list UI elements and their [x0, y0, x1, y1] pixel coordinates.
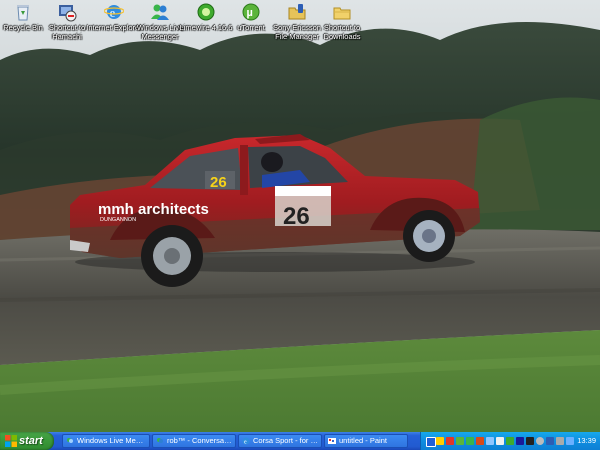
windows-flag-icon	[5, 435, 17, 447]
taskbar-button-label: untitled - Paint	[339, 436, 387, 445]
taskbar-button-messenger[interactable]: Windows Live Mess...	[62, 434, 150, 448]
limewire-tray-icon[interactable]	[506, 437, 514, 445]
browser-icon: e	[242, 437, 250, 445]
internet-explorer-icon: e	[104, 5, 124, 20]
security-icon[interactable]	[526, 437, 534, 445]
car-number-window: 26	[210, 174, 227, 191]
speaker-icon[interactable]	[536, 437, 544, 445]
start-label: start	[19, 435, 43, 447]
hamachi-icon	[59, 5, 77, 22]
taskbar-button-conversation[interactable]: rob™ - Conversation	[152, 434, 236, 448]
taskbar-button-label: Windows Live Mess...	[77, 436, 147, 445]
display-icon[interactable]	[486, 437, 494, 445]
usb-icon[interactable]	[496, 437, 504, 445]
car-sponsor-text: mmh architects	[98, 201, 209, 218]
start-button[interactable]: start	[0, 432, 54, 450]
taskbar-button-label: Corsa Sport - for V...	[253, 436, 319, 445]
messenger-icon	[67, 438, 73, 443]
desktop-wallpaper: mmh architects DUNGANNON 26 26	[0, 0, 600, 432]
bluetooth-icon[interactable]	[546, 437, 554, 445]
svg-text:µ: µ	[247, 7, 253, 19]
utorrent-tray-icon[interactable]	[456, 437, 464, 445]
desktop-icon-downloads[interactable]: Shortcut to Downloads	[313, 2, 371, 41]
car-number-door: 26	[283, 203, 310, 230]
car-sponsor-subtext: DUNGANNON	[100, 217, 136, 223]
network-icon[interactable]	[426, 437, 436, 447]
system-tray: 13:39	[420, 432, 600, 450]
desktop-icon-label: Shortcut to Downloads	[323, 23, 361, 41]
taskbar-button-browser[interactable]: e Corsa Sport - for V...	[238, 434, 322, 448]
paint-icon	[328, 438, 336, 444]
folder-icon	[333, 7, 351, 20]
connection-icon[interactable]	[566, 437, 574, 445]
recycle-bin-icon	[17, 5, 29, 21]
taskbar-button-paint[interactable]: untitled - Paint	[324, 434, 408, 448]
desktop-icon-area: Recycle Bin Shortcut to Hamachi e Intern…	[0, 0, 600, 60]
taskbar: start Windows Live Mess... rob™ - Conver…	[0, 432, 600, 450]
notification-icon[interactable]	[436, 437, 444, 445]
messenger-tray-icon[interactable]	[466, 437, 474, 445]
messenger-icon	[151, 4, 169, 20]
conversation-icon	[157, 438, 163, 443]
media-icon[interactable]	[476, 437, 484, 445]
taskbar-button-label: rob™ - Conversation	[167, 436, 233, 445]
antivirus-icon[interactable]	[446, 437, 454, 445]
taskbar-clock[interactable]: 13:39	[577, 432, 596, 450]
file-manager-icon	[288, 4, 306, 20]
volume-icon[interactable]	[556, 437, 564, 445]
svg-text:e: e	[244, 440, 247, 446]
sync-icon[interactable]	[516, 437, 524, 445]
utorrent-icon: µ	[242, 3, 260, 21]
limewire-icon	[197, 3, 215, 21]
svg-text:e: e	[110, 5, 116, 20]
